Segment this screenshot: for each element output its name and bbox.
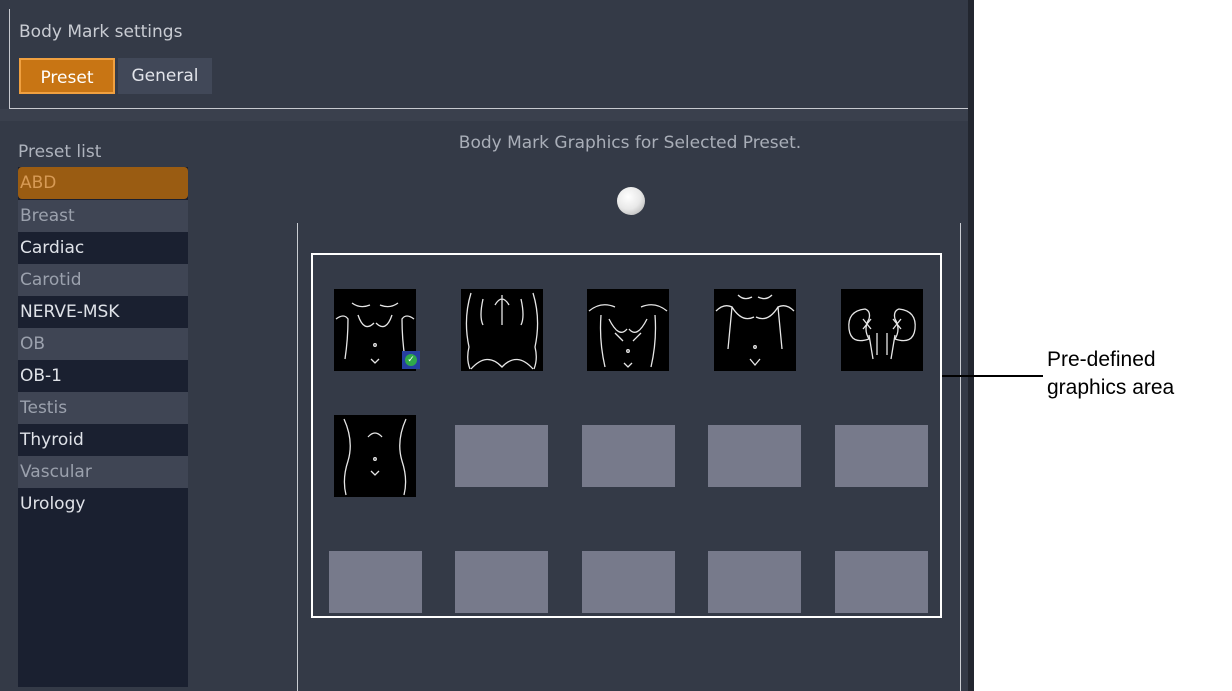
preset-item-ob-1[interactable]: OB-1 — [18, 360, 188, 392]
settings-header: Body Mark settings Preset General — [9, 9, 971, 109]
page-title: Body Mark settings — [19, 22, 183, 42]
preset-item-thyroid[interactable]: Thyroid — [18, 424, 188, 456]
graphics-title: Body Mark Graphics for Selected Preset. — [458, 133, 802, 153]
preset-item-nerve-msk[interactable]: NERVE-MSK — [18, 296, 188, 328]
callout-line-2: graphics area — [1047, 376, 1175, 399]
left-divider — [297, 223, 298, 691]
body-mark-settings-screen: Body Mark settings Preset General Preset… — [0, 0, 974, 691]
callout-label: Pre-defined graphics area — [1047, 346, 1174, 402]
preset-item-ob[interactable]: OB — [18, 328, 188, 360]
panel-divider — [0, 109, 968, 121]
preset-list[interactable]: ABD Breast Cardiac Carotid NERVE-MSK OB … — [18, 167, 188, 687]
preset-item-breast[interactable]: Breast — [18, 200, 188, 232]
preset-item-vascular[interactable]: Vascular — [18, 456, 188, 488]
right-divider — [960, 223, 961, 691]
preset-item-urology[interactable]: Urology — [18, 488, 188, 520]
preset-item-testis[interactable]: Testis — [18, 392, 188, 424]
callout-line-1: Pre-defined — [1047, 348, 1156, 371]
screen-edge — [968, 0, 974, 691]
preset-item-abd[interactable]: ABD — [18, 167, 188, 199]
tab-preset[interactable]: Preset — [19, 58, 115, 94]
predefined-graphics-area-frame — [311, 253, 942, 618]
scroll-knob[interactable] — [617, 187, 645, 215]
tab-general[interactable]: General — [118, 58, 212, 94]
callout-leader-line — [942, 375, 1043, 377]
preset-item-cardiac[interactable]: Cardiac — [18, 232, 188, 264]
preset-item-carotid[interactable]: Carotid — [18, 264, 188, 296]
preset-list-label: Preset list — [18, 142, 102, 162]
